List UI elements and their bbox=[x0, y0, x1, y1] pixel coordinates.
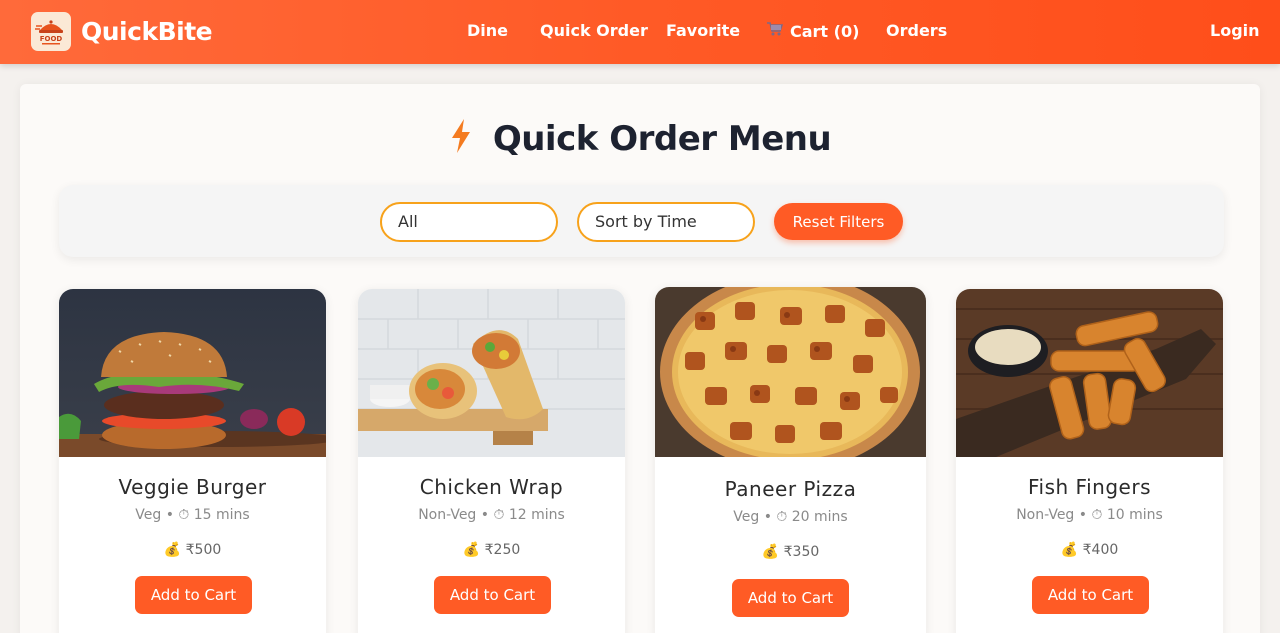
page-heading: Quick Order Menu bbox=[0, 118, 1280, 159]
nav-link-cart[interactable]: Cart (0) bbox=[766, 21, 859, 41]
item-meta: Veg • ⏱ 20 mins bbox=[733, 509, 848, 525]
item-meta: Non-Veg • ⏱ 10 mins bbox=[1016, 507, 1163, 523]
cart-icon bbox=[766, 21, 784, 41]
item-name: Veggie Burger bbox=[118, 475, 267, 499]
veggie-burger-image bbox=[59, 289, 326, 457]
category-filter-select[interactable]: All bbox=[380, 202, 558, 242]
menu-card: Chicken Wrap Non-Veg • ⏱ 12 mins 💰 ₹250 … bbox=[358, 289, 625, 633]
sort-select[interactable]: Sort by Time bbox=[577, 202, 755, 242]
page-title: Quick Order Menu bbox=[492, 118, 832, 159]
add-to-cart-button[interactable]: Add to Cart bbox=[135, 576, 252, 614]
item-price-value: ₹350 bbox=[783, 544, 820, 560]
item-price-value: ₹250 bbox=[484, 542, 521, 558]
item-price: 💰 ₹350 bbox=[655, 544, 926, 560]
nav-link-favorite[interactable]: Favorite bbox=[666, 21, 740, 40]
item-price-value: ₹400 bbox=[1082, 542, 1119, 558]
navbar: FOOD QuickBite Dine Quick Order Favorite… bbox=[0, 0, 1280, 64]
nav-link-quick-order[interactable]: Quick Order bbox=[540, 21, 648, 40]
nav-link-orders[interactable]: Orders bbox=[886, 21, 947, 40]
money-bag-icon: 💰 bbox=[462, 542, 481, 558]
menu-card: Fish Fingers Non-Veg • ⏱ 10 mins 💰 ₹400 … bbox=[956, 289, 1223, 633]
reset-filters-button[interactable]: Reset Filters bbox=[774, 203, 903, 240]
money-bag-icon: 💰 bbox=[761, 544, 780, 560]
item-price: 💰 ₹250 bbox=[358, 542, 625, 558]
fish-fingers-image bbox=[956, 289, 1223, 457]
item-meta: Non-Veg • ⏱ 12 mins bbox=[418, 507, 565, 523]
item-name: Chicken Wrap bbox=[419, 475, 564, 499]
nav-link-dine[interactable]: Dine bbox=[467, 21, 508, 40]
item-price: 💰 ₹400 bbox=[956, 542, 1223, 558]
add-to-cart-button[interactable]: Add to Cart bbox=[434, 576, 551, 614]
item-meta: Veg • ⏱ 15 mins bbox=[135, 507, 250, 523]
item-price-value: ₹500 bbox=[185, 542, 222, 558]
lightning-icon bbox=[449, 118, 473, 159]
add-to-cart-button[interactable]: Add to Cart bbox=[1032, 576, 1149, 614]
paneer-pizza-image bbox=[655, 287, 926, 457]
money-bag-icon: 💰 bbox=[163, 542, 182, 558]
cart-label: Cart (0) bbox=[790, 21, 860, 41]
menu-card: Veggie Burger Veg • ⏱ 15 mins 💰 ₹500 Add… bbox=[59, 289, 326, 633]
chicken-wrap-image bbox=[358, 289, 625, 457]
item-price: 💰 ₹500 bbox=[59, 542, 326, 558]
item-name: Paneer Pizza bbox=[724, 477, 857, 501]
nav-link-login[interactable]: Login bbox=[1210, 21, 1260, 40]
item-name: Fish Fingers bbox=[1028, 475, 1151, 499]
money-bag-icon: 💰 bbox=[1060, 542, 1079, 558]
add-to-cart-button[interactable]: Add to Cart bbox=[732, 579, 849, 617]
menu-card: Paneer Pizza Veg • ⏱ 20 mins 💰 ₹350 Add … bbox=[655, 287, 926, 633]
